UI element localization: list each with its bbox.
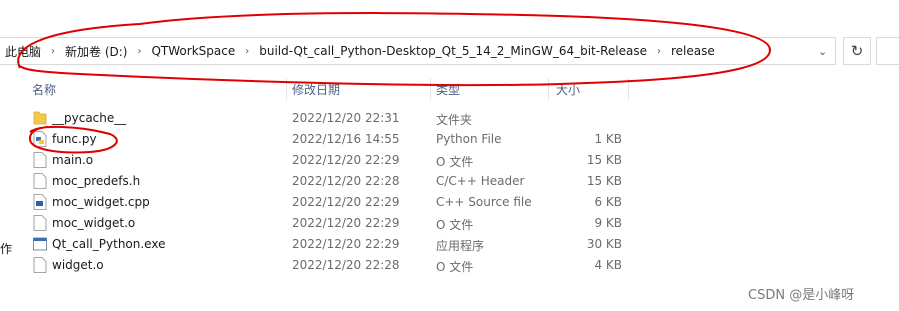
refresh-icon: ↻ (850, 42, 864, 60)
watermark: CSDN @是小峰呀 (748, 288, 855, 303)
column-divider[interactable] (286, 78, 287, 100)
file-name: __pycache__ (52, 111, 127, 125)
file-size: 1 KB (594, 132, 622, 146)
file-type: O 文件 (436, 260, 474, 274)
left-pane-fragment: 作 (0, 242, 13, 256)
file-type: 应用程序 (436, 239, 485, 253)
file-size: 9 KB (594, 216, 622, 230)
python-file-icon (33, 131, 47, 147)
file-icon (33, 152, 47, 168)
file-type: C++ Source file (436, 195, 532, 209)
file-name: moc_predefs.h (52, 174, 141, 188)
file-icon (33, 215, 47, 231)
chevron-right-icon[interactable]: › (45, 46, 61, 57)
file-name: moc_widget.o (52, 216, 136, 230)
column-divider[interactable] (628, 78, 629, 100)
file-icon (33, 173, 47, 189)
breadcrumb-qtworkspace[interactable]: QTWorkSpace (147, 44, 239, 58)
chevron-down-icon[interactable]: ⌄ (818, 45, 827, 58)
column-header-date[interactable]: 修改日期 (292, 81, 340, 98)
list-item[interactable]: __pycache__ 2022/12/20 22:31 文件夹 (0, 108, 640, 129)
refresh-button[interactable]: ↻ (843, 37, 871, 65)
breadcrumb-release[interactable]: release (667, 44, 719, 58)
file-date: 2022/12/20 22:28 (292, 174, 400, 188)
file-icon (33, 257, 47, 273)
chevron-right-icon[interactable]: › (651, 46, 667, 57)
file-name: Qt_call_Python.exe (52, 237, 166, 251)
file-date: 2022/12/20 22:28 (292, 258, 400, 272)
list-item[interactable]: moc_widget.o 2022/12/20 22:29 O 文件 9 KB (0, 213, 640, 234)
file-size: 6 KB (594, 195, 622, 209)
file-size: 15 KB (586, 153, 622, 167)
file-date: 2022/12/20 22:29 (292, 237, 400, 251)
file-name: func.py (52, 132, 97, 146)
search-input[interactable] (876, 37, 899, 65)
list-item[interactable]: widget.o 2022/12/20 22:28 O 文件 4 KB (0, 255, 640, 276)
list-item[interactable]: moc_widget.cpp 2022/12/20 22:29 C++ Sour… (0, 192, 640, 213)
column-header-row: 名称 修改日期 类型 大小 (0, 78, 899, 100)
chevron-right-icon[interactable]: › (239, 46, 255, 57)
cpp-file-icon (33, 194, 47, 210)
file-size: 30 KB (586, 237, 622, 251)
breadcrumb-drive-d[interactable]: 新加卷 (D:) (61, 43, 131, 60)
file-type: 文件夹 (436, 113, 473, 127)
folder-icon (33, 111, 47, 125)
list-item[interactable]: func.py 2022/12/16 14:55 Python File 1 K… (0, 129, 640, 150)
file-date: 2022/12/20 22:31 (292, 111, 400, 125)
file-name: main.o (52, 153, 94, 167)
column-header-name[interactable]: 名称 (32, 81, 56, 98)
file-date: 2022/12/20 22:29 (292, 216, 400, 230)
file-size: 15 KB (586, 174, 622, 188)
list-item[interactable]: main.o 2022/12/20 22:29 O 文件 15 KB (0, 150, 640, 171)
file-type: C/C++ Header (436, 174, 525, 188)
exe-icon (33, 237, 47, 251)
breadcrumb-build-folder[interactable]: build-Qt_call_Python-Desktop_Qt_5_14_2_M… (255, 44, 651, 58)
address-bar-row: 此电脑 › 新加卷 (D:) › QTWorkSpace › build-Qt_… (0, 0, 899, 78)
breadcrumb-this-pc[interactable]: 此电脑 (1, 43, 45, 60)
column-header-type[interactable]: 类型 (436, 81, 460, 98)
file-name: moc_widget.cpp (52, 195, 150, 209)
file-date: 2022/12/20 22:29 (292, 153, 400, 167)
file-type: O 文件 (436, 155, 474, 169)
file-size: 4 KB (594, 258, 622, 272)
list-item[interactable]: moc_predefs.h 2022/12/20 22:28 C/C++ Hea… (0, 171, 640, 192)
file-date: 2022/12/16 14:55 (292, 132, 400, 146)
file-date: 2022/12/20 22:29 (292, 195, 400, 209)
file-type: Python File (436, 132, 502, 146)
column-divider[interactable] (548, 78, 549, 100)
address-bar[interactable]: 此电脑 › 新加卷 (D:) › QTWorkSpace › build-Qt_… (0, 37, 836, 65)
breadcrumb: 此电脑 › 新加卷 (D:) › QTWorkSpace › build-Qt_… (1, 38, 719, 64)
file-name: widget.o (52, 258, 104, 272)
column-header-size[interactable]: 大小 (556, 81, 580, 98)
file-type: O 文件 (436, 218, 474, 232)
list-item[interactable]: Qt_call_Python.exe 2022/12/20 22:29 应用程序… (0, 234, 640, 255)
column-divider[interactable] (430, 78, 431, 100)
chevron-right-icon[interactable]: › (131, 46, 147, 57)
